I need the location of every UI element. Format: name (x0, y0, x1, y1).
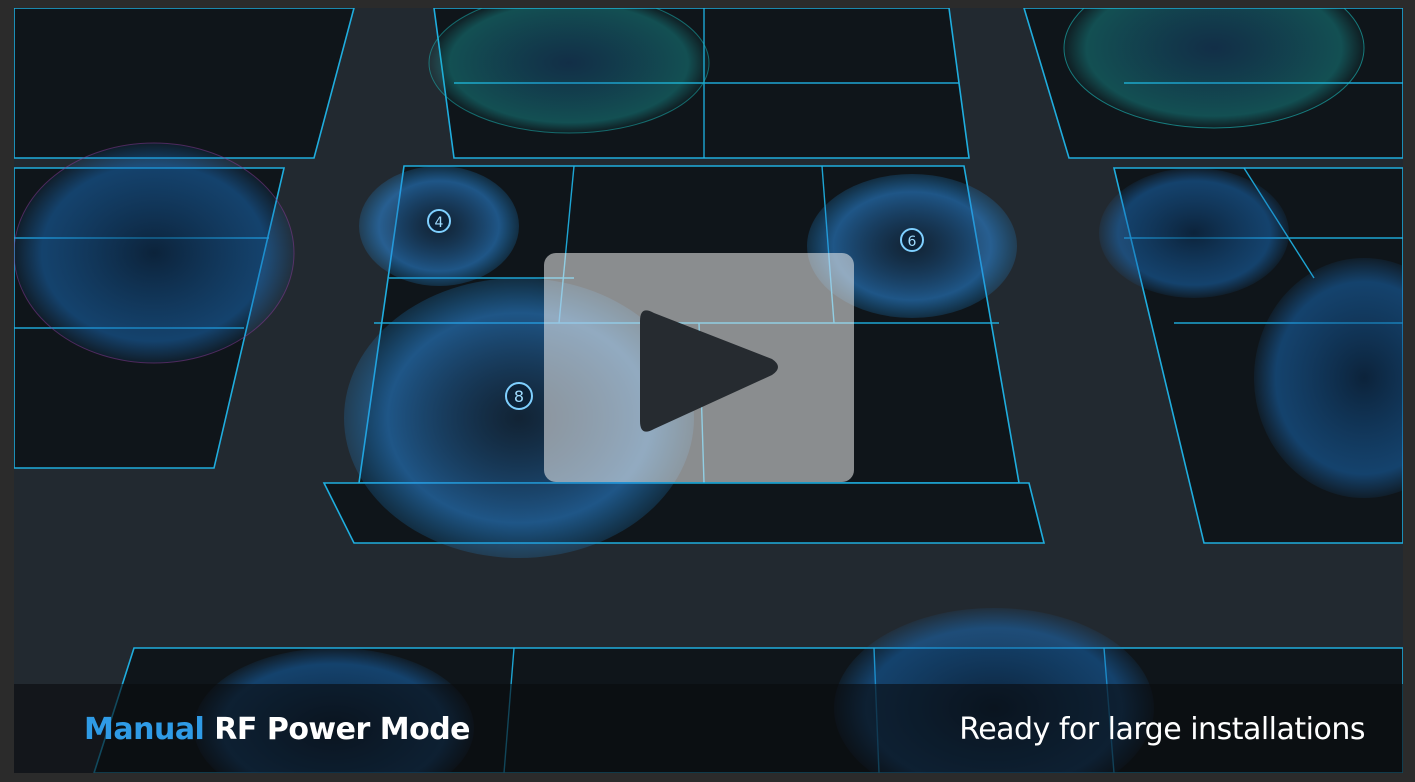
feature-tagline: Ready for large installations (959, 712, 1365, 747)
svg-text:8: 8 (514, 387, 524, 406)
access-point-marker-8: 8 (505, 382, 533, 410)
play-button[interactable] (544, 253, 854, 482)
caption-bar: Manual RF Power Mode Ready for large ins… (14, 684, 1403, 773)
play-icon (640, 310, 778, 432)
feature-title-text: RF Power Mode (214, 712, 471, 747)
access-point-marker-4: 4 (427, 209, 451, 233)
svg-text:6: 6 (908, 234, 917, 250)
video-frame: 4 6 8 Manual RF Power Mode Ready for lar… (0, 0, 1415, 782)
feature-title: Manual RF Power Mode (84, 712, 471, 747)
feature-title-highlight: Manual (84, 712, 205, 747)
access-point-marker-6: 6 (900, 228, 924, 252)
video-player[interactable]: 4 6 8 Manual RF Power Mode Ready for lar… (14, 8, 1403, 773)
svg-text:4: 4 (435, 215, 444, 231)
